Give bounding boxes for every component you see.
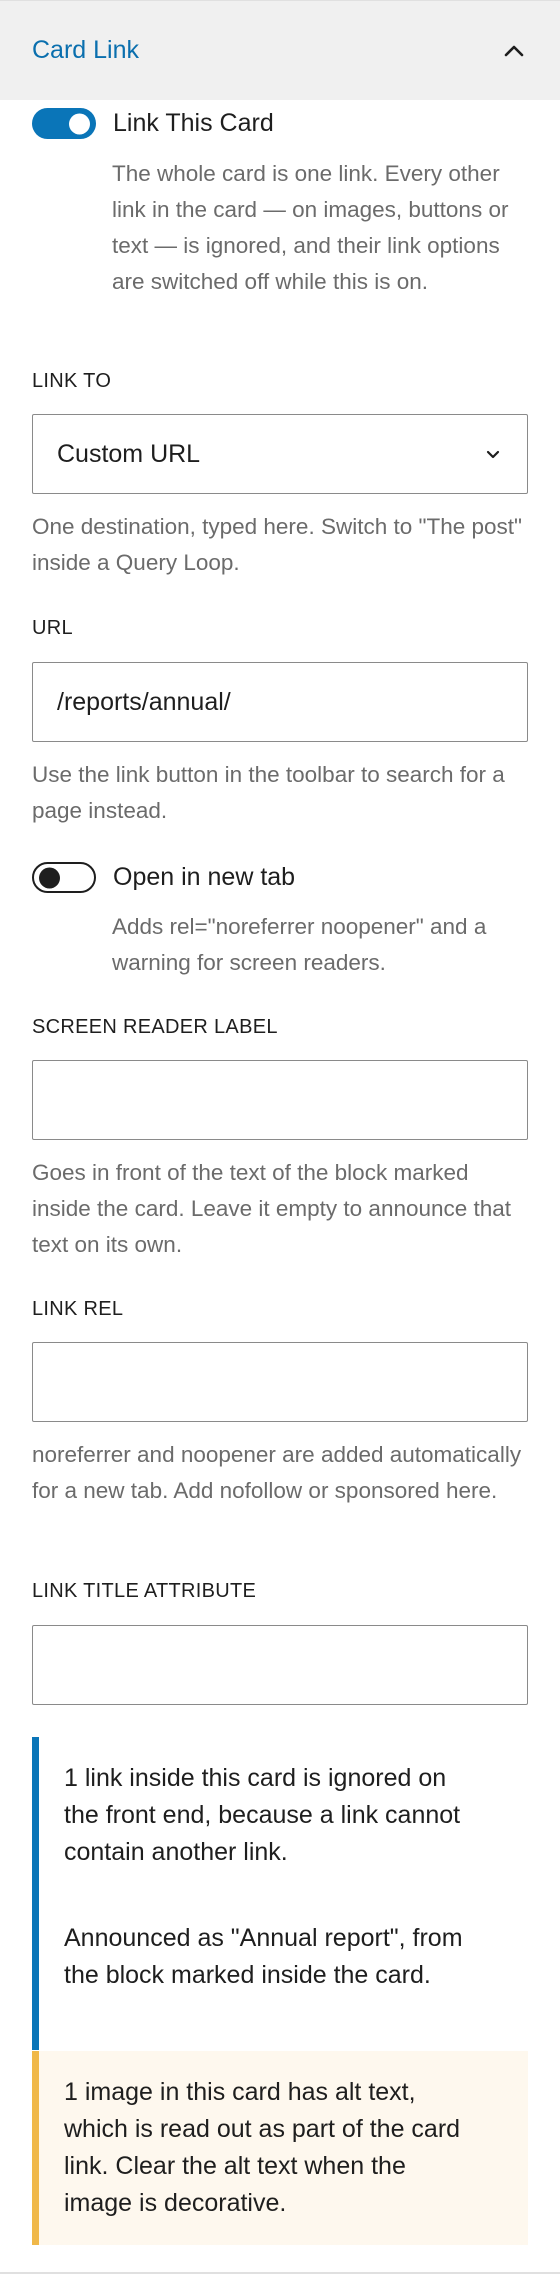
sr-label-input[interactable]	[32, 1060, 528, 1140]
link-to-help: One destination, typed here. Switch to "…	[32, 514, 523, 575]
link-card-toggle[interactable]	[32, 108, 96, 139]
info-notice-line2: Announced as "Annual report", from the b…	[64, 1924, 463, 1989]
url-label: URL	[32, 617, 73, 639]
card-link-panel: Card Link Link This Card The whole card …	[0, 0, 560, 2278]
link-rel-help: noreferrer and noopener are added automa…	[32, 1442, 522, 1503]
link-card-label: Link This Card	[113, 109, 274, 137]
link-to-value: Custom URL	[57, 439, 201, 468]
panel-header[interactable]: Card Link	[0, 0, 560, 100]
info-notice-line1: 1 link inside this card is ignored on th…	[64, 1764, 461, 1866]
warning-notice-text: 1 image in this card has alt text, which…	[64, 2078, 461, 2217]
title-attr-input[interactable]	[32, 1625, 528, 1705]
link-to-select[interactable]: Custom URL	[32, 414, 528, 494]
url-help: Use the link button in the toolbar to se…	[32, 762, 505, 823]
new-tab-toggle-row: Open in new tab	[32, 862, 295, 893]
title-attr-label: LINK TITLE ATTRIBUTE	[32, 1580, 257, 1602]
sr-label-label: SCREEN READER LABEL	[32, 1016, 278, 1038]
chevron-up-icon[interactable]	[500, 37, 528, 65]
url-input[interactable]	[32, 662, 528, 742]
toggle-knob	[39, 867, 60, 888]
toggle-knob	[69, 113, 90, 134]
link-card-toggle-row: Link This Card	[32, 108, 274, 139]
new-tab-help: Adds rel="noreferrer noopener" and a war…	[112, 914, 487, 975]
new-tab-label: Open in new tab	[113, 863, 296, 891]
chevron-down-icon	[483, 444, 503, 464]
link-rel-input[interactable]	[32, 1342, 528, 1422]
link-card-help: The whole card is one link. Every other …	[112, 161, 509, 294]
panel-divider	[0, 2272, 560, 2274]
panel-title: Card Link	[32, 36, 139, 64]
new-tab-toggle[interactable]	[32, 862, 96, 893]
sr-label-help: Goes in front of the text of the block m…	[32, 1160, 512, 1257]
link-to-label: LINK TO	[32, 370, 112, 392]
link-rel-label: LINK REL	[32, 1298, 124, 1320]
